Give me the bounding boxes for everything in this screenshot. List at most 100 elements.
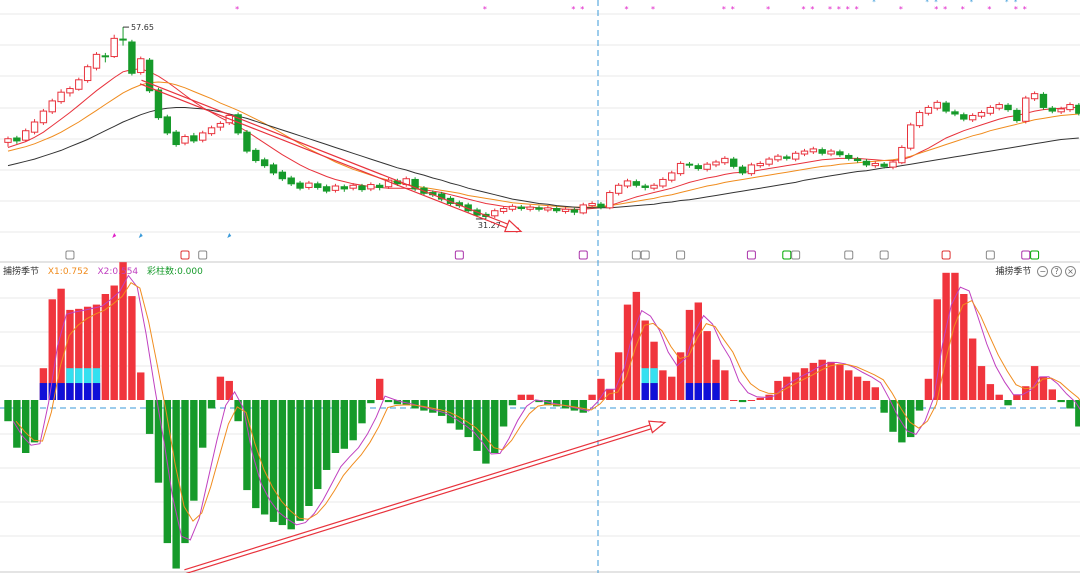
osc-cyan-bar-0-8 <box>75 368 83 384</box>
osc-bar-25 <box>225 380 233 400</box>
candle-body-101 <box>898 146 906 164</box>
osc-bar-84 <box>747 400 756 401</box>
close-circle-icon[interactable]: × <box>1065 266 1076 277</box>
osc-bar-39 <box>349 400 357 441</box>
candle-body-32 <box>287 177 295 185</box>
event-icon-7 <box>676 250 686 260</box>
osc-bar-0 <box>4 400 12 422</box>
signal-star-blue-2: * <box>934 0 938 6</box>
osc-blue-bar-1-72 <box>641 383 649 400</box>
event-icon-1 <box>180 250 190 260</box>
osc-bar-43 <box>384 400 393 403</box>
candle-body-10 <box>92 53 101 69</box>
candle-body-3 <box>30 121 39 133</box>
osc-bar-23 <box>207 400 216 409</box>
color-bar-count: 彩柱数:0.000 <box>147 267 203 277</box>
candle-body-108 <box>960 114 968 120</box>
osc-bar-100 <box>889 400 897 432</box>
candle-body-4 <box>39 110 48 124</box>
osc-bar-49 <box>437 400 446 416</box>
osc-bar-116 <box>1030 366 1039 400</box>
osc-blue-bar-2-77 <box>685 383 694 400</box>
candle-body-86 <box>765 158 773 165</box>
osc-bar-24 <box>216 376 225 400</box>
osc-bar-99 <box>880 400 888 413</box>
osc-bar-70 <box>623 304 632 400</box>
candle-body-31 <box>278 171 287 180</box>
osc-bar-104 <box>924 378 933 400</box>
candle-body-92 <box>818 149 826 154</box>
candle-body-89 <box>791 152 800 160</box>
event-icon-5 <box>631 250 641 260</box>
candle-body-78 <box>694 165 702 170</box>
osc-blue-bar-0-6 <box>57 383 65 400</box>
signal-star-magenta-18: * <box>961 5 965 14</box>
osc-bar-48 <box>429 400 437 413</box>
osc-bar-30 <box>269 400 278 522</box>
event-icon-9 <box>782 250 792 260</box>
signal-star-blue-1: * <box>925 0 929 6</box>
signal-star-blue-3: * <box>970 0 974 6</box>
signal-star-magenta-14: * <box>855 5 859 14</box>
candle-body-14 <box>128 41 136 74</box>
candle-body-58 <box>517 206 525 210</box>
minus-circle-icon[interactable]: − <box>1037 266 1049 277</box>
osc-bar-36 <box>322 400 331 470</box>
osc-bar-64 <box>570 400 579 411</box>
candle-body-109 <box>968 114 977 121</box>
osc-bar-111 <box>986 384 995 400</box>
candle-body-42 <box>376 184 384 188</box>
osc-bar-42 <box>376 378 384 400</box>
candle-body-105 <box>933 101 941 109</box>
candle-body-64 <box>570 209 579 213</box>
osc-bar-81 <box>721 370 729 400</box>
candle-body-1 <box>13 137 21 142</box>
candle-body-30 <box>269 164 278 174</box>
osc-bar-105 <box>933 299 941 400</box>
osc-bar-113 <box>1004 400 1012 406</box>
candle-body-60 <box>535 207 543 210</box>
osc-bar-112 <box>995 394 1003 400</box>
osc-bar-98 <box>871 387 879 400</box>
candle-body-77 <box>685 163 694 166</box>
osc-bar-18 <box>163 400 171 544</box>
osc-bar-110 <box>977 366 986 400</box>
candle-body-99 <box>880 163 888 167</box>
candle-body-68 <box>606 192 614 209</box>
event-icon-0 <box>65 250 75 260</box>
signal-star-blue-0: * <box>872 0 876 6</box>
indicator-header: 捕捞季节 X1:0.752 X2:0.554 彩柱数:0.000 <box>3 264 203 277</box>
x1-value: X1:0.752 <box>47 267 89 277</box>
event-icon-4 <box>578 250 588 260</box>
x2-value: X2:0.554 <box>97 267 139 277</box>
help-circle-icon[interactable]: ? <box>1051 266 1063 277</box>
osc-bar-89 <box>791 372 800 400</box>
signal-star-magenta-3: * <box>580 5 584 14</box>
candle-body-7 <box>66 88 74 94</box>
signal-star-magenta-19: * <box>987 5 991 14</box>
osc-blue-bar-0-9 <box>83 383 92 400</box>
osc-bar-85 <box>756 397 764 400</box>
event-icon-15 <box>1021 250 1031 260</box>
candle-body-107 <box>951 111 959 115</box>
candle-body-24 <box>216 122 225 128</box>
osc-bar-53 <box>473 400 481 451</box>
osc-bar-83 <box>738 400 747 403</box>
candle-body-20 <box>181 136 189 144</box>
candle-body-97 <box>862 160 871 166</box>
osc-bar-21 <box>190 400 198 501</box>
event-icon-13 <box>941 250 951 260</box>
osc-bar-58 <box>517 394 525 400</box>
candle-body-88 <box>783 156 791 159</box>
candle-body-59 <box>526 206 534 210</box>
price-trend-arrow-head <box>503 219 523 233</box>
candle-body-41 <box>367 184 375 190</box>
osc-bar-93 <box>827 361 835 400</box>
event-icon-8 <box>746 250 756 260</box>
osc-bar-38 <box>340 400 348 449</box>
osc-bar-109 <box>968 338 977 400</box>
candle-body-91 <box>809 148 818 153</box>
signal-star-magenta-11: * <box>828 5 832 14</box>
candle-body-9 <box>83 66 92 82</box>
candle-body-118 <box>1048 107 1056 112</box>
